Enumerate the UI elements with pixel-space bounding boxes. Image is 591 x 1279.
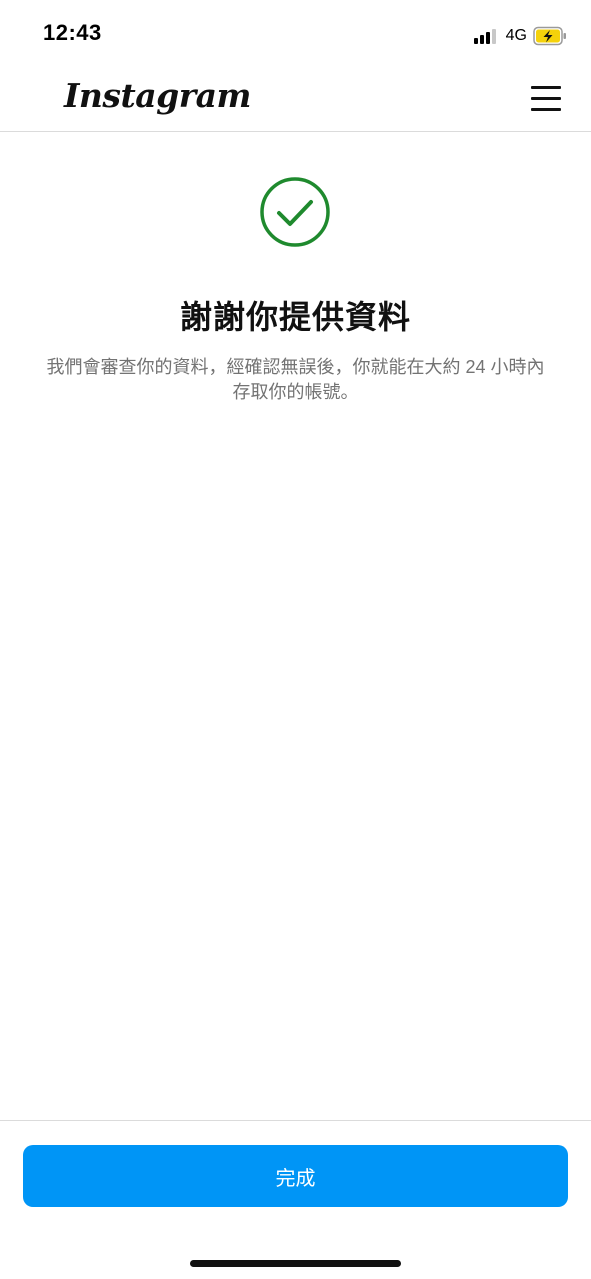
hamburger-menu-icon[interactable] — [531, 86, 561, 112]
description-text: 我們會審查你的資料，經確認無誤後，你就能在大約 24 小時內存取你的帳號。 — [46, 357, 545, 402]
status-bar: 12:43 4G — [0, 0, 591, 66]
network-type: 4G — [505, 27, 527, 44]
app-header: Instagram — [0, 66, 591, 132]
cellular-signal-icon — [473, 28, 498, 44]
status-indicators: 4G — [473, 24, 567, 48]
battery-charging-icon — [533, 26, 566, 46]
page-title: 謝謝你提供資料 — [179, 299, 411, 335]
instagram-logo[interactable]: Instagram — [64, 76, 251, 115]
home-indicator — [190, 1260, 401, 1267]
status-time: 12:43 — [43, 20, 102, 45]
footer-divider — [0, 1120, 591, 1121]
done-button[interactable]: 完成 — [23, 1145, 568, 1207]
check-circle-icon — [260, 177, 330, 247]
